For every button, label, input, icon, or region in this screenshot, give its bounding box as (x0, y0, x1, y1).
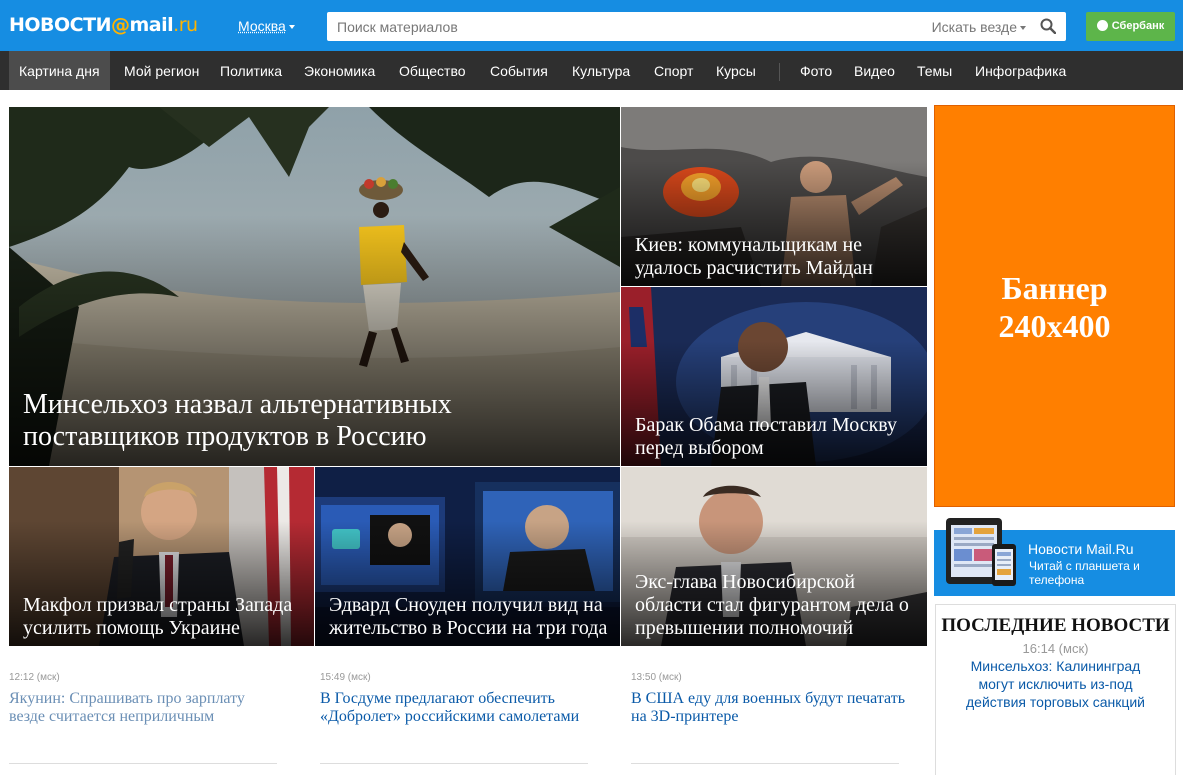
news-tile-caption: Макфол призвал страны Запада усилить пом… (23, 594, 293, 639)
search-scope-dropdown[interactable]: Искать везде (932, 19, 1026, 35)
news-tile-caption: Эдвард Сноуден получил вид на жительство… (329, 594, 608, 639)
news-time: 12:12 (мск) (9, 672, 60, 683)
news-teaser-3: 13:50 (мск) В США еду для военных будут … (631, 672, 911, 726)
news-tile-caption: Экс-глава Новосибирской области стал фиг… (635, 571, 909, 639)
nav-item-events[interactable]: События (490, 51, 548, 90)
nav-item-kartina-dnya[interactable]: Картина дня (9, 51, 110, 90)
nav-item-society[interactable]: Общество (399, 51, 466, 90)
news-tile-obama[interactable]: Барак Обама поставил Москву перед выборо… (621, 287, 927, 466)
news-link[interactable]: В США еду для военных будут печатать на … (631, 690, 911, 726)
sberbank-logo-icon (1096, 19, 1108, 31)
tablet-phone-icon (946, 518, 1016, 586)
nav-item-infographics[interactable]: Инфографика (975, 51, 1066, 90)
divider (631, 763, 899, 764)
divider (320, 763, 588, 764)
nav-divider (779, 63, 780, 81)
search-box: Искать везде (327, 12, 1066, 41)
news-tile-caption: Киев: коммунальщикам не удалось расчисти… (635, 234, 873, 279)
latest-news-box: ПОСЛЕДНИЕ НОВОСТИ 16:14 (мск) Минсельхоз… (935, 604, 1176, 775)
latest-news-link[interactable]: Минсельхоз: Калининград могут исключить … (936, 657, 1175, 711)
news-tile-mcfaul[interactable]: Макфол призвал страны Запада усилить пом… (9, 467, 314, 646)
news-tile-main[interactable]: Минсельхоз назвал альтернативных поставщ… (9, 107, 620, 466)
news-link[interactable]: Якунин: Спрашивать про зарплату везде сч… (9, 690, 269, 726)
sberbank-label: Сбербанк (1111, 20, 1165, 32)
nav-item-rates[interactable]: Курсы (716, 51, 756, 90)
logo-domain: .ru (173, 14, 198, 36)
top-header: НОВОСТИ@mail.ru Москва Искать везде Сбер… (0, 0, 1183, 51)
news-tile-caption: Минсельхоз назвал альтернативных поставщ… (23, 389, 452, 452)
chevron-down-icon (288, 25, 295, 30)
nav-item-sport[interactable]: Спорт (654, 51, 693, 90)
app-promo-subtitle: Читай с планшета и телефона (1029, 559, 1140, 587)
nav-item-my-region[interactable]: Мой регион (124, 51, 199, 90)
news-time: 13:50 (мск) (631, 672, 682, 683)
app-promo-title: Новости Mail.Ru (1028, 541, 1134, 557)
nav-item-culture[interactable]: Культура (572, 51, 630, 90)
news-tile-caption: Барак Обама поставил Москву перед выборо… (635, 414, 898, 459)
logo-brand: mail (129, 14, 174, 36)
region-selector[interactable]: Москва (238, 18, 295, 34)
region-label: Москва (238, 18, 286, 34)
news-tile-kiev[interactable]: Киев: коммунальщикам не удалось расчисти… (621, 107, 927, 286)
nav-item-economy[interactable]: Экономика (304, 51, 375, 90)
logo-main: НОВОСТИ (9, 14, 112, 36)
nav-item-video[interactable]: Видео (854, 51, 895, 90)
news-tile-novosibirsk[interactable]: Экс-глава Новосибирской области стал фиг… (621, 467, 927, 646)
news-time: 15:49 (мск) (320, 672, 371, 683)
logo-at: @ (111, 14, 130, 36)
site-logo[interactable]: НОВОСТИ@mail.ru (9, 14, 198, 38)
ad-banner[interactable]: Баннер 240x400 (934, 105, 1175, 507)
nav-item-photo[interactable]: Фото (800, 51, 832, 90)
banner-line-2: 240x400 (998, 308, 1111, 344)
divider (9, 763, 277, 764)
latest-news-heading: ПОСЛЕДНИЕ НОВОСТИ (941, 615, 1170, 636)
news-teaser-1: 12:12 (мск) Якунин: Спрашивать про зарпл… (9, 672, 269, 726)
sberbank-button[interactable]: Сбербанк (1086, 12, 1175, 41)
nav-item-topics[interactable]: Темы (917, 51, 952, 90)
news-tile-snowden[interactable]: Эдвард Сноуден получил вид на жительство… (315, 467, 620, 646)
latest-news-time: 16:14 (мск) (1022, 641, 1089, 656)
nav-item-politics[interactable]: Политика (220, 51, 282, 90)
banner-line-1: Баннер (1001, 270, 1108, 306)
news-teaser-2: 15:49 (мск) В Госдуме предлагают обеспеч… (320, 672, 580, 726)
search-icon[interactable] (1040, 18, 1056, 34)
news-link[interactable]: В Госдуме предлагают обеспечить «Доброле… (320, 690, 580, 726)
search-input[interactable] (327, 12, 927, 41)
main-nav: Картина дня Мой регион Политика Экономик… (0, 51, 1183, 90)
chevron-down-icon (1020, 26, 1026, 31)
search-scope-label: Искать везде (931, 19, 1017, 35)
app-promo[interactable]: Новости Mail.Ru Читай с планшета и телеф… (934, 518, 1175, 596)
